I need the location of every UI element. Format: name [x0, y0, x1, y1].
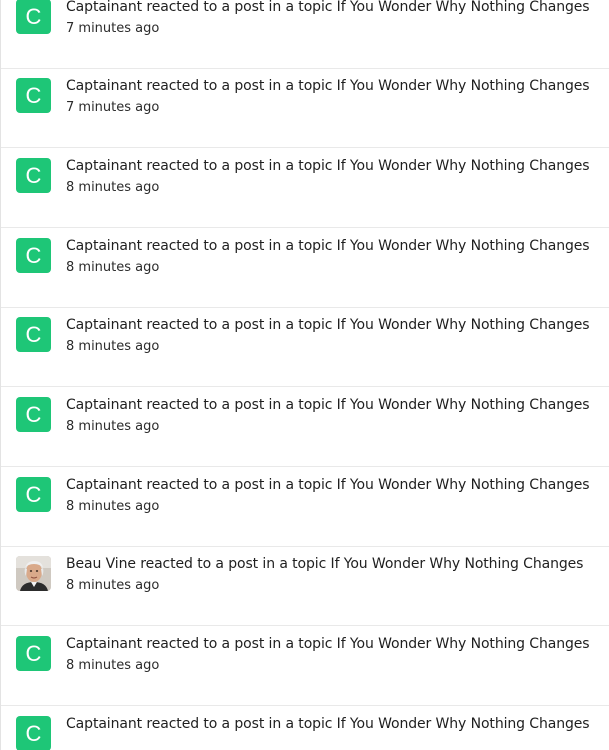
user-avatar[interactable]: C	[16, 158, 51, 193]
notification-item[interactable]: C Captainant reacted to a post in a topi…	[1, 228, 609, 308]
notification-item[interactable]: Beau Vine reacted to a post in a topic I…	[1, 546, 609, 626]
notification-item[interactable]: C Captainant reacted to a post in a topi…	[1, 148, 609, 228]
notification-item[interactable]: C Captainant reacted to a post in a topi…	[1, 307, 609, 387]
user-avatar[interactable]: C	[16, 0, 51, 34]
notification-item[interactable]: C Captainant reacted to a post in a topi…	[1, 0, 609, 69]
notification-time: 7 minutes ago	[66, 21, 160, 36]
notification-message[interactable]: Captainant reacted to a post in a topic …	[66, 0, 602, 16]
user-avatar[interactable]: C	[16, 78, 51, 113]
notification-item[interactable]: C Captainant reacted to a post in a topi…	[1, 706, 609, 750]
notification-time: 8 minutes ago	[66, 260, 160, 275]
notification-message[interactable]: Captainant reacted to a post in a topic …	[66, 476, 602, 494]
notification-message[interactable]: Beau Vine reacted to a post in a topic I…	[66, 555, 602, 573]
notification-text: Beau Vine reacted to a post in a topic I…	[66, 555, 602, 595]
notification-time: 8 minutes ago	[66, 339, 160, 354]
notification-text: Captainant reacted to a post in a topic …	[66, 237, 602, 277]
notification-text: Captainant reacted to a post in a topic …	[66, 157, 602, 197]
notification-item[interactable]: C Captainant reacted to a post in a topi…	[1, 626, 609, 706]
user-avatar-photo[interactable]	[16, 556, 51, 591]
notification-text: Captainant reacted to a post in a topic …	[66, 77, 602, 117]
notification-time: 7 minutes ago	[66, 100, 160, 115]
notification-time: 8 minutes ago	[66, 499, 160, 514]
notification-text: Captainant reacted to a post in a topic …	[66, 316, 602, 356]
notification-message[interactable]: Captainant reacted to a post in a topic …	[66, 77, 602, 95]
notification-text: Captainant reacted to a post in a topic …	[66, 396, 602, 436]
notification-item[interactable]: C Captainant reacted to a post in a topi…	[1, 68, 609, 148]
notification-text: Captainant reacted to a post in a topic …	[66, 635, 602, 675]
user-avatar[interactable]: C	[16, 238, 51, 273]
notification-time: 8 minutes ago	[66, 578, 160, 593]
notification-time: 8 minutes ago	[66, 419, 160, 434]
notification-message[interactable]: Captainant reacted to a post in a topic …	[66, 396, 602, 414]
notification-time: 8 minutes ago	[66, 658, 160, 673]
user-photo-icon	[16, 556, 51, 591]
notification-text: Captainant reacted to a post in a topic …	[66, 476, 602, 516]
notification-text: Captainant reacted to a post in a topic …	[66, 0, 602, 38]
notification-time: 8 minutes ago	[66, 180, 160, 195]
notification-message[interactable]: Captainant reacted to a post in a topic …	[66, 237, 602, 255]
notification-message[interactable]: Captainant reacted to a post in a topic …	[66, 715, 602, 733]
user-avatar[interactable]: C	[16, 636, 51, 671]
user-avatar[interactable]: C	[16, 477, 51, 512]
user-avatar[interactable]: C	[16, 716, 51, 750]
notification-item[interactable]: C Captainant reacted to a post in a topi…	[1, 387, 609, 467]
notification-item[interactable]: C Captainant reacted to a post in a topi…	[1, 467, 609, 547]
notification-text: Captainant reacted to a post in a topic …	[66, 715, 602, 737]
notification-message[interactable]: Captainant reacted to a post in a topic …	[66, 316, 602, 334]
notification-message[interactable]: Captainant reacted to a post in a topic …	[66, 157, 602, 175]
notification-feed: C Captainant reacted to a post in a topi…	[0, 0, 609, 750]
user-avatar[interactable]: C	[16, 317, 51, 352]
notification-message[interactable]: Captainant reacted to a post in a topic …	[66, 635, 602, 653]
user-avatar[interactable]: C	[16, 397, 51, 432]
